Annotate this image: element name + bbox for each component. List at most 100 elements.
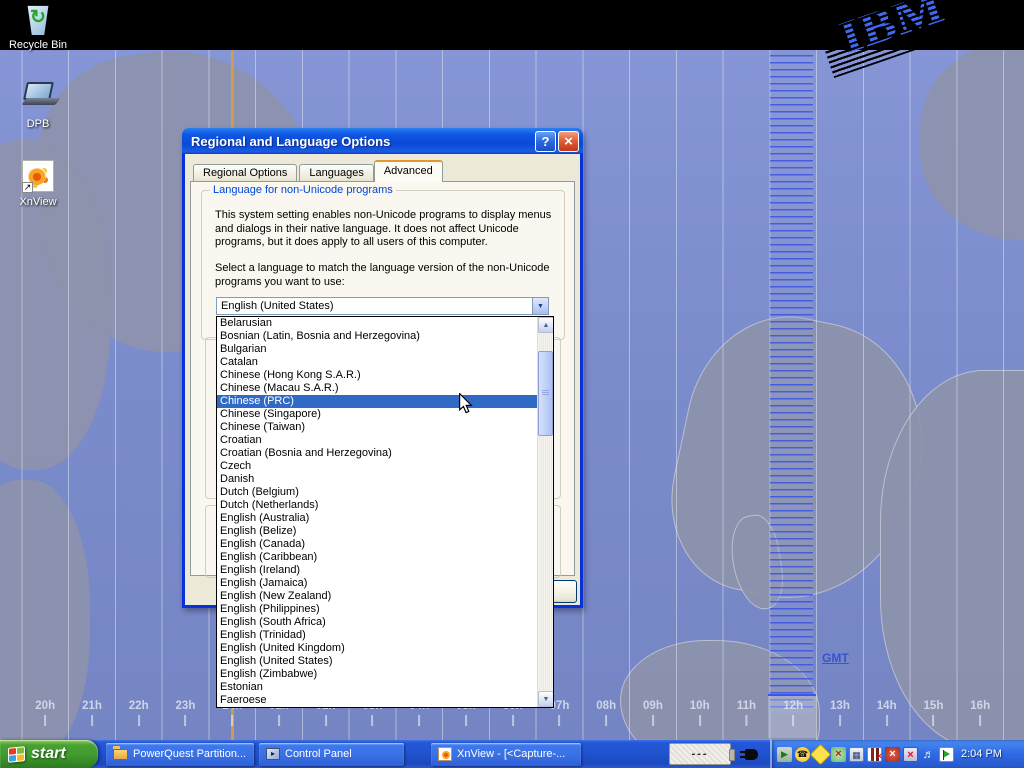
system-tray: ▶ ☎ × ▦ × × ♬ 2:04 PM [770, 740, 1024, 768]
list-item[interactable]: Dutch (Netherlands) [217, 499, 537, 512]
hour-label: 22h [129, 700, 149, 726]
scheduler-flag-icon[interactable] [939, 747, 954, 762]
list-item[interactable]: English (South Africa) [217, 616, 537, 629]
non-unicode-instruction: Select a language to match the language … [215, 262, 550, 289]
list-item[interactable]: Belarusian [217, 317, 537, 330]
hour-label: 16h [970, 700, 990, 726]
recycle-bin-icon: ↻ [20, 3, 56, 37]
list-item[interactable]: Chinese (Taiwan) [217, 421, 537, 434]
xnview-label: XnView [19, 196, 56, 208]
list-item[interactable]: English (Trinidad) [217, 629, 537, 642]
recycle-bin-label: Recycle Bin [9, 39, 67, 51]
list-item[interactable]: English (Jamaica) [217, 577, 537, 590]
taskbar-button-label: Control Panel [285, 748, 352, 760]
mouse-cursor [457, 393, 475, 418]
help-button[interactable]: ? [535, 131, 556, 152]
combobox-value: English (United States) [217, 300, 532, 312]
hour-label: 23h [176, 700, 196, 726]
list-item[interactable]: Chinese (PRC) [217, 395, 537, 408]
dialog-titlebar[interactable]: Regional and Language Options ? × [182, 128, 583, 154]
combobox-dropdown-icon[interactable]: ▼ [532, 298, 548, 314]
start-label: start [31, 745, 66, 763]
volume-icon[interactable]: ♬ [921, 747, 936, 762]
start-button[interactable]: start [0, 740, 98, 768]
gmt-meridian-band [770, 55, 813, 713]
list-item[interactable]: English (United States) [217, 655, 537, 668]
hour-label: 12h [783, 700, 803, 726]
hour-label: 10h [690, 700, 710, 726]
hour-label: 20h [35, 700, 55, 726]
list-item[interactable]: Croatian [217, 434, 537, 447]
dpb-label: DPB [27, 118, 50, 130]
list-item[interactable]: Chinese (Singapore) [217, 408, 537, 421]
taskbar-button-label: XnView - [<Capture-... [457, 748, 565, 760]
network-places-icon[interactable]: ▦ [849, 747, 864, 762]
taskbar-button-control-panel[interactable]: ▸ Control Panel [259, 743, 404, 766]
display-error-icon[interactable]: × [903, 747, 918, 762]
list-item[interactable]: English (Australia) [217, 512, 537, 525]
hour-label: 08h [596, 700, 616, 726]
list-item[interactable]: English (Caribbean) [217, 551, 537, 564]
shortcut-arrow-icon: ↗ [22, 182, 33, 193]
gmt-label: GMT [822, 651, 849, 665]
hour-label: 13h [830, 700, 850, 726]
laptop-icon [20, 82, 56, 116]
removable-media-icon[interactable]: ▶ [777, 747, 792, 762]
taskbar: start PowerQuest Partition... ▸ Control … [0, 740, 1024, 768]
messenger-offline-icon[interactable]: × [831, 747, 846, 762]
scrollbar-thumb[interactable] [538, 351, 553, 436]
battery-indicator: --- [669, 743, 731, 765]
list-item[interactable]: Catalan [217, 356, 537, 369]
list-item[interactable]: Faeroese [217, 694, 537, 707]
xnview-taskbar-icon [438, 747, 452, 761]
groupbox-title: Language for non-Unicode programs [210, 184, 396, 196]
list-item[interactable]: Dutch (Belgium) [217, 486, 537, 499]
list-item[interactable]: Bosnian (Latin, Bosnia and Herzegovina) [217, 330, 537, 343]
list-item[interactable]: English (Canada) [217, 538, 537, 551]
list-item[interactable]: English (Belize) [217, 525, 537, 538]
list-item[interactable]: Chinese (Macau S.A.R.) [217, 382, 537, 395]
dialog-title: Regional and Language Options [191, 134, 533, 149]
tab-strip: Regional Options Languages Advanced [193, 163, 443, 182]
tab-regional-options[interactable]: Regional Options [193, 164, 297, 182]
taskbar-button-powerquest[interactable]: PowerQuest Partition... [106, 743, 254, 766]
desktop-icon-recycle-bin[interactable]: ↻ Recycle Bin [0, 3, 76, 51]
language-combobox[interactable]: English (United States) ▼ [216, 297, 549, 315]
list-item[interactable]: Czech [217, 460, 537, 473]
desktop: GMT 20h21h22h23h24h01h02h03h04h05h06h07h… [0, 0, 1024, 768]
taskbar-clock: 2:04 PM [961, 748, 1008, 760]
list-item[interactable]: English (Zimbabwe) [217, 668, 537, 681]
desktop-icon-dpb[interactable]: DPB [0, 82, 76, 130]
language-list: BelarusianBosnian (Latin, Bosnia and Her… [216, 316, 554, 708]
folder-icon [113, 749, 128, 760]
list-item[interactable]: Danish [217, 473, 537, 486]
scroll-down-icon[interactable]: ▼ [538, 691, 554, 707]
scroll-up-icon[interactable]: ▲ [538, 317, 554, 333]
close-button[interactable]: × [558, 131, 579, 152]
dla-icon[interactable] [810, 743, 831, 764]
list-item[interactable]: English (United Kingdom) [217, 642, 537, 655]
list-item[interactable]: Bulgarian [217, 343, 537, 356]
tab-advanced[interactable]: Advanced [374, 160, 443, 182]
taskbar-button-xnview[interactable]: XnView - [<Capture-... [431, 743, 581, 766]
list-item[interactable]: English (New Zealand) [217, 590, 537, 603]
list-item[interactable]: Croatian (Bosnia and Herzegovina) [217, 447, 537, 460]
control-panel-icon: ▸ [266, 748, 280, 760]
performance-alert-icon[interactable] [867, 747, 882, 762]
list-item[interactable]: English (Ireland) [217, 564, 537, 577]
device-error-icon[interactable]: × [885, 747, 900, 762]
tab-languages[interactable]: Languages [299, 164, 373, 182]
battery-text: --- [692, 748, 709, 760]
list-item[interactable]: Estonian [217, 681, 537, 694]
ac-power-plug-icon [745, 749, 758, 760]
list-item[interactable]: English (Philippines) [217, 603, 537, 616]
non-unicode-description: This system setting enables non-Unicode … [215, 209, 551, 250]
phone-agent-icon[interactable]: ☎ [795, 747, 810, 762]
list-item[interactable]: Chinese (Hong Kong S.A.R.) [217, 369, 537, 382]
hour-label: 09h [643, 700, 663, 726]
hour-label: 14h [877, 700, 897, 726]
taskbar-button-label: PowerQuest Partition... [133, 748, 246, 760]
xnview-icon: ↗ [20, 160, 56, 194]
desktop-icon-xnview[interactable]: ↗ XnView [0, 160, 76, 208]
scrollbar[interactable]: ▲ ▼ [537, 317, 553, 707]
